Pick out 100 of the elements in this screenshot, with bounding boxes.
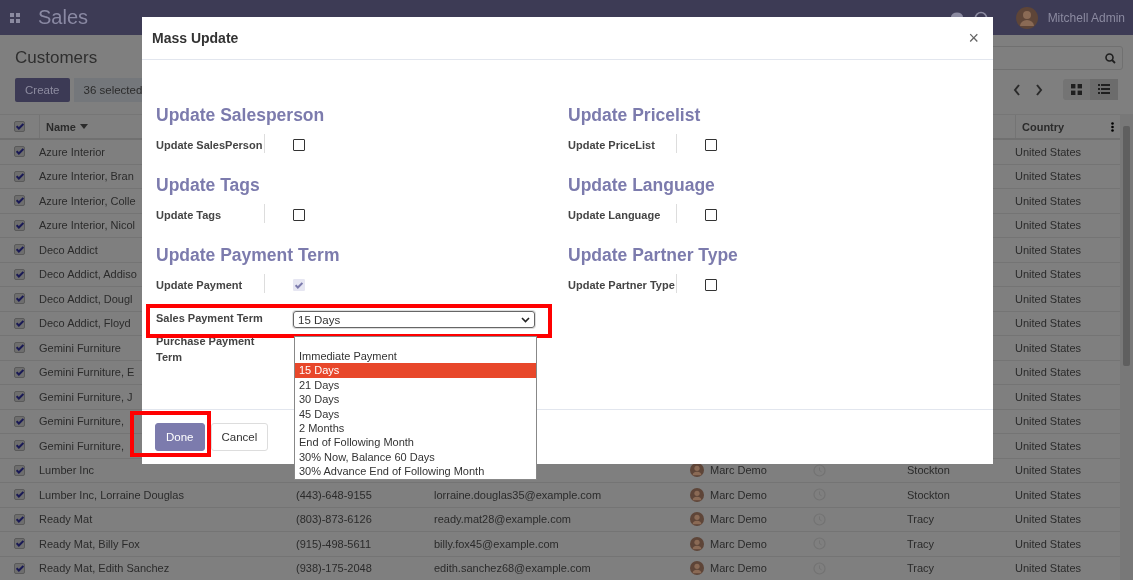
checkbox[interactable]	[14, 170, 25, 182]
chevron-right-icon[interactable]	[1035, 83, 1043, 96]
payment-term-select[interactable]: 15 Days	[293, 311, 535, 328]
table-cell: United States	[1015, 537, 1082, 550]
checkmark-icon	[15, 123, 24, 130]
checkbox[interactable]	[14, 219, 25, 231]
checkbox[interactable]	[14, 489, 25, 501]
checkbox[interactable]	[14, 244, 25, 256]
checkmark-icon	[15, 540, 24, 548]
checkbox[interactable]	[14, 317, 25, 329]
checkbox[interactable]	[14, 464, 25, 476]
dropdown-option[interactable]: 30% Advance End of Following Month	[295, 464, 536, 479]
table-cell: Lumber Inc, Lorraine Douglas	[39, 488, 184, 501]
table-cell: Azure Interior, Bran	[39, 170, 134, 183]
table-cell: Tracy	[907, 562, 935, 575]
table-cell: (803)-873-6126	[296, 513, 372, 526]
table-cell: Stockton	[907, 464, 950, 477]
table-cell: Gemini Furniture, E	[39, 366, 135, 379]
table-cell: United States	[1015, 366, 1082, 379]
checkbox[interactable]	[14, 513, 25, 525]
checkbox[interactable]	[705, 139, 717, 151]
checkmark-icon	[15, 368, 24, 376]
table-cell: United States	[1015, 464, 1082, 477]
field-label: Update Language	[568, 204, 677, 223]
table-cell: edith.sanchez68@example.com	[434, 562, 591, 575]
list-view-icon[interactable]	[1098, 84, 1110, 94]
checkmark-icon	[15, 442, 24, 450]
field-label: Update SalesPerson	[156, 134, 265, 153]
avatar-icon	[690, 487, 704, 502]
field-label: Sales Payment Term	[156, 311, 264, 326]
field-label: Update Payment	[156, 274, 265, 293]
dropdown-option[interactable]: 2 Months	[295, 420, 536, 436]
table-cell: Marc Demo	[710, 537, 767, 550]
table-cell: Deco Addict, Addiso	[39, 268, 137, 281]
table-cell: United States	[1015, 488, 1082, 501]
table-cell: Marc Demo	[710, 513, 767, 526]
avatar-icon[interactable]	[1015, 6, 1038, 29]
page-title: Customers	[15, 47, 98, 68]
checkmark-icon	[15, 515, 24, 523]
section-title: Update Tags	[156, 175, 261, 196]
checkbox[interactable]	[14, 562, 25, 574]
checkbox[interactable]	[14, 195, 25, 207]
kanban-view-icon[interactable]	[1071, 84, 1082, 95]
checkbox[interactable]	[293, 139, 305, 151]
table-cell: billy.fox45@example.com	[434, 537, 559, 550]
checkbox[interactable]	[14, 268, 25, 280]
checkmark-icon	[15, 319, 24, 327]
table-cell: Gemini Furniture,	[39, 439, 124, 452]
table-cell: Azure Interior, Nicol	[39, 219, 135, 232]
table-cell: United States	[1015, 562, 1082, 575]
checkmark-icon	[15, 417, 24, 425]
checkbox[interactable]	[14, 121, 25, 132]
checkbox[interactable]	[14, 342, 25, 354]
table-cell: United States	[1015, 243, 1082, 256]
dropdown-option[interactable]: End of Following Month	[295, 435, 536, 450]
table-cell: United States	[1015, 439, 1082, 452]
table-cell: Ready Mat	[39, 513, 93, 526]
checkbox[interactable]	[14, 391, 25, 403]
section-title: Update Language	[568, 175, 716, 196]
checkmark-icon	[15, 466, 24, 474]
table-cell: Deco Addict, Floyd	[39, 317, 131, 330]
table-cell: Ready Mat, Billy Fox	[39, 537, 140, 550]
table-cell: (938)-175-2048	[296, 562, 372, 575]
dropdown-option[interactable]: 21 Days	[295, 377, 536, 393]
checkbox[interactable]	[14, 146, 25, 158]
done-button[interactable]: Done	[155, 423, 205, 451]
table-cell: Lumber Inc	[39, 464, 95, 477]
field-label: Update PriceList	[568, 134, 677, 153]
table-cell: ready.mat28@example.com	[434, 513, 571, 526]
table-cell: United States	[1015, 268, 1082, 281]
dropdown-option[interactable]: 30% Now, Balance 60 Days	[295, 449, 536, 465]
cancel-button[interactable]: Cancel	[210, 423, 269, 451]
chevron-left-icon[interactable]	[1013, 83, 1021, 96]
checkbox[interactable]	[14, 538, 25, 550]
column-header[interactable]: Country	[1022, 120, 1065, 133]
checkbox[interactable]	[705, 279, 717, 291]
checkbox[interactable]	[14, 415, 25, 427]
column-header[interactable]: Name	[46, 120, 76, 133]
dropdown-option[interactable]: 45 Days	[295, 406, 536, 421]
table-cell: Tracy	[907, 513, 935, 526]
apps-menu-icon[interactable]	[10, 12, 20, 23]
checkbox[interactable]	[14, 366, 25, 378]
checkmark-icon	[15, 172, 24, 180]
checkbox[interactable]	[14, 293, 25, 305]
checkmark-icon	[15, 564, 24, 572]
checkbox[interactable]	[705, 209, 717, 221]
close-button[interactable]: ×	[964, 27, 983, 49]
checkbox[interactable]	[14, 440, 25, 452]
dialog-title: Mass Update	[152, 30, 239, 46]
dropdown-option[interactable]: Immediate Payment	[295, 349, 536, 364]
checkbox[interactable]	[293, 209, 305, 221]
clock-icon[interactable]	[813, 463, 826, 477]
scrollbar[interactable]	[1120, 114, 1133, 580]
column-options-icon[interactable]	[1111, 121, 1114, 132]
dropdown-option[interactable]: 30 Days	[295, 392, 536, 407]
table-cell: Marc Demo	[710, 562, 767, 575]
dropdown-option[interactable]: 15 Days	[295, 363, 536, 378]
table-cell: Deco Addict	[39, 243, 98, 256]
search-icon[interactable]	[1105, 52, 1116, 64]
checkmark-icon	[15, 246, 24, 254]
